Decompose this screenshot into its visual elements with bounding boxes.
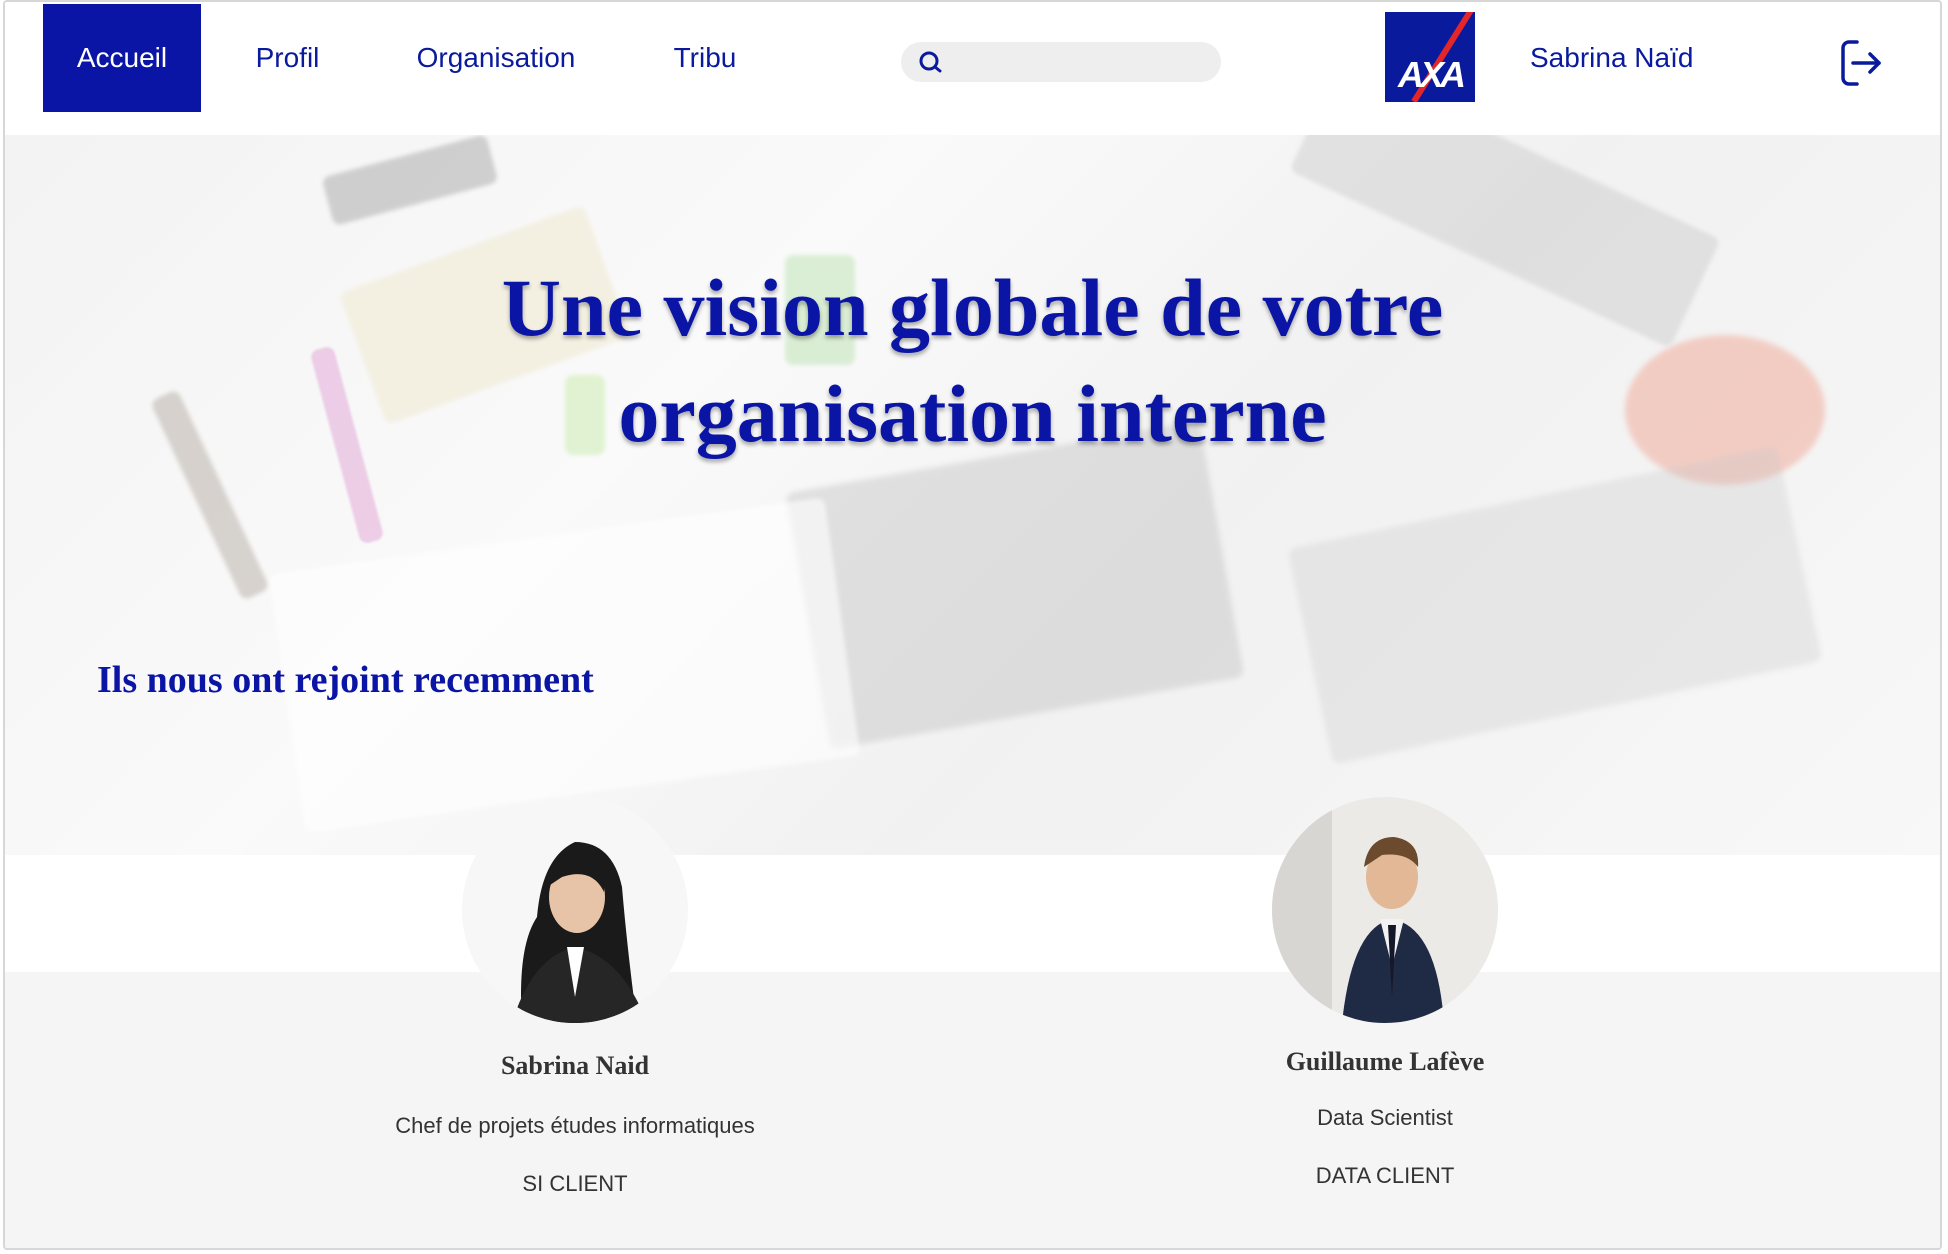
- hero-title: Une vision globale de votre organisation…: [5, 255, 1940, 467]
- joiner-dept: DATA CLIENT: [1315, 1163, 1455, 1188]
- joiner-card[interactable]: Sabrina Naid Chef de projets études info…: [365, 797, 785, 1197]
- avatar: [1272, 797, 1498, 1023]
- recent-joiners-heading: Ils nous ont rejoint recemment: [97, 659, 594, 701]
- joiner-card[interactable]: Guillaume Lafève Data Scientist DATA CLI…: [1175, 797, 1595, 1189]
- profile-photo: [462, 797, 688, 1023]
- tab-accueil[interactable]: Accueil: [43, 4, 201, 112]
- user-name[interactable]: Sabrina Naïd: [1530, 42, 1693, 74]
- logo-text: AXA: [1397, 54, 1466, 95]
- recent-joiners-band: [5, 972, 1940, 1248]
- search-icon: [919, 51, 942, 73]
- joiner-role: Chef de projets études informatiques: [395, 1113, 755, 1138]
- tab-profil[interactable]: Profil: [235, 4, 340, 112]
- search-input[interactable]: [949, 41, 1221, 83]
- hero-banner: Une vision globale de votre organisation…: [5, 135, 1940, 855]
- profile-photo: [1272, 797, 1498, 1023]
- logout-icon[interactable]: [1835, 36, 1885, 90]
- avatar: [462, 797, 688, 1023]
- tab-organisation[interactable]: Organisation: [403, 4, 589, 112]
- hero-title-line2: organisation interne: [618, 368, 1327, 459]
- hero-title-line1: Une vision globale de votre: [501, 262, 1444, 353]
- divider-strip: [5, 855, 1940, 972]
- joiner-name: Guillaume Lafève: [1285, 1047, 1485, 1076]
- hero-overlay: [5, 135, 1940, 855]
- top-navbar: Accueil Profil Organisation Tribu AXA Sa…: [5, 2, 1940, 135]
- joiner-role: Data Scientist: [1317, 1105, 1453, 1130]
- app-frame: Accueil Profil Organisation Tribu AXA Sa…: [3, 0, 1942, 1250]
- tab-tribu[interactable]: Tribu: [660, 4, 750, 112]
- search-bar: [901, 41, 1221, 83]
- joiner-dept: SI CLIENT: [522, 1171, 628, 1196]
- joiner-name: Sabrina Naid: [500, 1051, 650, 1080]
- axa-logo: AXA: [1385, 12, 1475, 102]
